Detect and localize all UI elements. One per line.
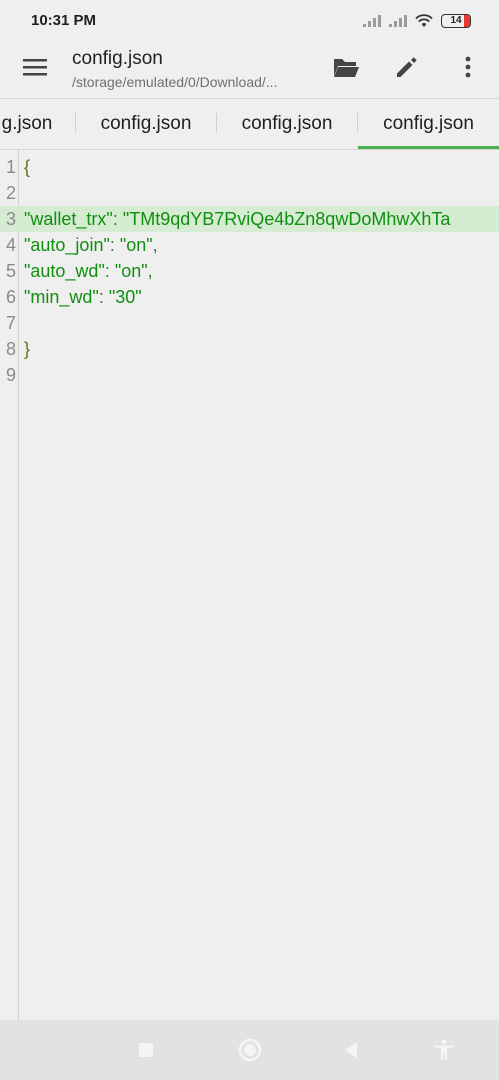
pencil-icon [397, 57, 417, 77]
code-line[interactable]: 3 "wallet_trx": "TMt9qdYB7RviQe4bZn8qwDo… [0, 206, 499, 232]
navigation-bar [0, 1020, 499, 1080]
home-button[interactable] [232, 1032, 268, 1068]
signal-icon [363, 15, 381, 27]
json-key: "auto_wd" [24, 261, 105, 281]
line-number: 6 [5, 287, 16, 307]
open-folder-button[interactable] [326, 47, 366, 87]
battery-icon: 14 [441, 14, 471, 28]
json-value: "TMt9qdYB7RviQe4bZn8qwDoMhwXhTa [122, 209, 451, 229]
colon-separator: : [112, 209, 123, 229]
code-line[interactable]: 8} [0, 336, 499, 362]
code-editor[interactable]: 1{2 3 "wallet_trx": "TMt9qdYB7RviQe4bZn8q… [0, 150, 499, 1020]
edit-button[interactable] [387, 47, 427, 87]
colon-separator: : [98, 287, 109, 307]
line-text: "auto_wd": "on", [24, 258, 153, 284]
tab-label: config.json [241, 113, 333, 134]
tab-file-3[interactable]: config.json [217, 99, 357, 149]
line-text: "auto_join": "on", [24, 232, 158, 258]
line-number: 3 [5, 209, 16, 229]
tab-file-4-active[interactable]: config.json [358, 99, 499, 149]
folder-open-icon [334, 59, 359, 77]
battery-level [464, 15, 470, 27]
accessibility-button[interactable] [426, 1032, 462, 1068]
file-path: /storage/emulated/0/Download/... [72, 74, 278, 90]
json-key: "wallet_trx" [24, 209, 113, 229]
code-line[interactable]: 6 "min_wd": "30" [0, 284, 499, 310]
tab-file-1[interactable]: g.json [0, 99, 62, 149]
more-vertical-icon [465, 56, 471, 78]
circle-icon [238, 1038, 262, 1062]
colon-separator: : [109, 235, 120, 255]
recent-apps-button[interactable] [128, 1032, 164, 1068]
square-icon [139, 1043, 153, 1057]
line-text: } [24, 339, 31, 359]
accessibility-icon [435, 1039, 453, 1060]
code-line[interactable]: 1{ [0, 154, 499, 180]
app-bar: config.json /storage/emulated/0/Download… [0, 40, 499, 98]
trailing-comma: , [147, 261, 153, 281]
signal-icon [389, 15, 407, 27]
code-line[interactable]: 7 [0, 310, 499, 336]
line-number: 2 [5, 183, 16, 203]
screen: 10:31 PM 14 config.json /storage/emulate… [0, 0, 499, 1080]
line-text: "wallet_trx": "TMt9qdYB7RviQe4bZn8qwDoMh… [24, 206, 450, 232]
code-line[interactable]: 2 [0, 180, 499, 206]
code-line[interactable]: 4 "auto_join": "on", [0, 232, 499, 258]
json-value: "30" [108, 287, 142, 307]
status-icons: 14 [363, 11, 471, 31]
line-text: { [24, 157, 31, 177]
json-value: "on" [119, 235, 153, 255]
line-number: 4 [5, 235, 16, 255]
tab-bar: g.json config.json config.json config.js… [0, 99, 499, 149]
json-key: "min_wd" [24, 287, 99, 307]
tab-label: config.json [383, 113, 474, 134]
line-number: 8 [5, 339, 16, 359]
wifi-icon [415, 14, 433, 27]
trailing-comma: , [152, 235, 158, 255]
hamburger-menu-icon [23, 59, 47, 76]
tab-file-2[interactable]: config.json [76, 99, 216, 149]
menu-button[interactable] [15, 47, 55, 87]
code-line[interactable]: 9 [0, 362, 499, 388]
tab-label: config.json [100, 113, 192, 134]
line-text: "min_wd": "30" [24, 284, 142, 310]
status-time: 10:31 PM [31, 12, 97, 29]
json-key: "auto_join" [24, 235, 110, 255]
line-number: 7 [5, 313, 16, 333]
file-title: config.json [72, 48, 163, 69]
json-value: "on" [114, 261, 148, 281]
line-number: 1 [5, 157, 16, 177]
colon-separator: : [104, 261, 115, 281]
tab-label: g.json [1, 113, 53, 134]
line-number: 9 [5, 365, 16, 385]
back-button[interactable] [333, 1032, 369, 1068]
battery-level-text: 14 [450, 15, 462, 26]
status-bar: 10:31 PM 14 [0, 0, 499, 40]
code-line[interactable]: 5 "auto_wd": "on", [0, 258, 499, 284]
more-options-button[interactable] [448, 47, 488, 87]
back-triangle-icon [345, 1042, 357, 1058]
line-number: 5 [5, 261, 16, 281]
